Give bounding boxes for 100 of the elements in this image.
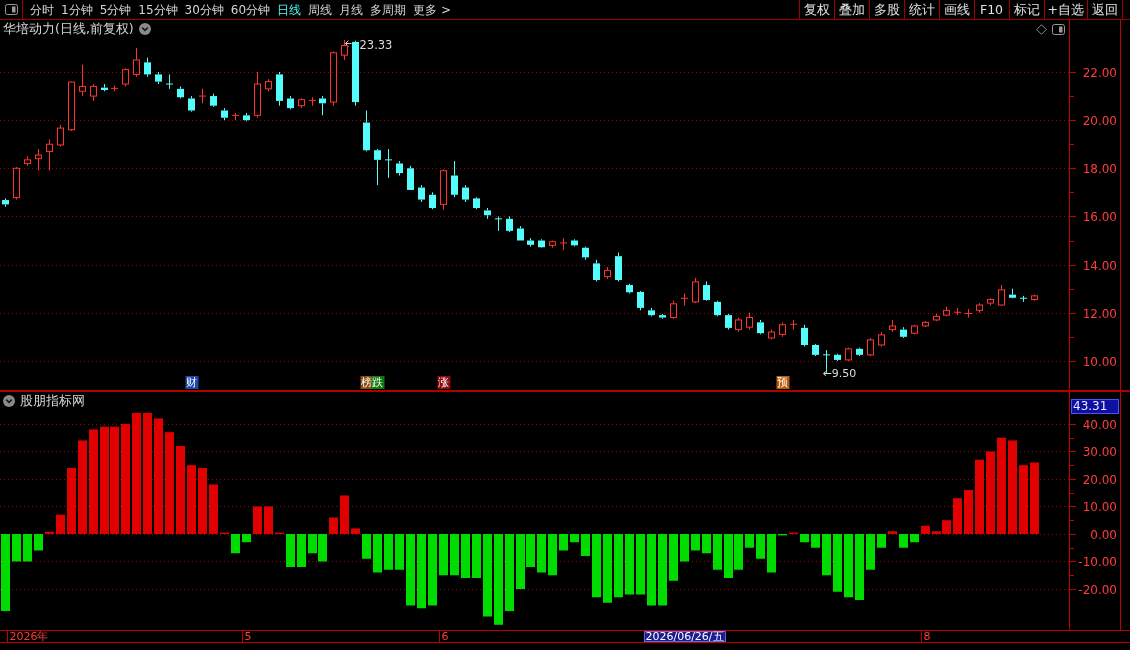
period-tab[interactable]: 分时 bbox=[27, 0, 57, 19]
indicator-bar bbox=[691, 534, 700, 551]
candle-body bbox=[330, 52, 337, 103]
date-axis-label: 6 bbox=[438, 631, 449, 642]
toolbar-button[interactable]: 叠加 bbox=[833, 0, 869, 19]
candle-body bbox=[429, 194, 436, 208]
event-tag[interactable]: 预 bbox=[776, 376, 789, 389]
panel-toggle-icon[interactable] bbox=[1052, 23, 1065, 35]
toolbar-button[interactable]: 多股 bbox=[868, 0, 904, 19]
candle-wick bbox=[563, 237, 564, 251]
candle-wick bbox=[344, 39, 345, 61]
candle-wick bbox=[585, 246, 586, 261]
indicator-bar bbox=[450, 534, 459, 576]
candle-body bbox=[692, 281, 699, 303]
period-tab[interactable]: 5分钟 bbox=[96, 0, 135, 19]
candle-body bbox=[517, 228, 524, 241]
candle-wick bbox=[520, 225, 521, 229]
indicator-bar bbox=[340, 495, 349, 534]
indicator-bar bbox=[866, 534, 875, 570]
candle-wick bbox=[662, 313, 663, 320]
candle-wick bbox=[82, 64, 83, 97]
candle-wick bbox=[979, 302, 980, 314]
candle-wick bbox=[1023, 295, 1024, 303]
candle-body bbox=[582, 247, 589, 258]
axis-tick-label: 20.00 bbox=[1082, 473, 1117, 487]
candle-wick bbox=[268, 78, 269, 92]
toolbar-button[interactable]: 画线 bbox=[938, 0, 974, 19]
event-tag[interactable]: 榜 bbox=[360, 376, 373, 389]
indicator-bar bbox=[877, 534, 886, 548]
candle-wick bbox=[749, 312, 750, 331]
candle-wick bbox=[235, 112, 236, 121]
candle-body bbox=[363, 122, 370, 151]
indicator-bar bbox=[56, 514, 65, 534]
toolbar-button[interactable]: 统计 bbox=[903, 0, 939, 19]
candle-body bbox=[998, 289, 1005, 306]
indicator-bar bbox=[395, 534, 404, 570]
toolbar-button[interactable]: F10 bbox=[973, 0, 1009, 19]
candle-wick bbox=[465, 184, 466, 203]
indicator-bar bbox=[537, 534, 546, 573]
indicator-bar bbox=[264, 506, 273, 534]
candle-wick bbox=[498, 215, 499, 232]
axis-tick-label: 40.00 bbox=[1082, 418, 1117, 432]
candle-wick bbox=[990, 297, 991, 306]
indicator-bar bbox=[581, 534, 590, 556]
indicator-bar bbox=[680, 534, 689, 562]
indicator-bar bbox=[1030, 462, 1039, 534]
indicator-bar bbox=[1019, 465, 1028, 534]
candle-body bbox=[757, 322, 764, 334]
diamond-icon[interactable] bbox=[1036, 23, 1047, 35]
indicator-bar bbox=[625, 534, 634, 595]
candle-wick bbox=[684, 292, 685, 306]
toolbar-button[interactable]: +自选 bbox=[1043, 0, 1087, 19]
indicator-bar bbox=[384, 534, 393, 570]
period-tab[interactable]: 月线 bbox=[336, 0, 367, 19]
period-tab[interactable]: 1分钟 bbox=[58, 0, 96, 19]
chevron-down-circle-icon[interactable] bbox=[138, 23, 151, 35]
date-axis-label: 8 bbox=[920, 631, 931, 642]
event-tag[interactable]: 跌 bbox=[371, 376, 384, 389]
indicator-bar bbox=[362, 534, 371, 559]
toolbar-button[interactable]: 标记 bbox=[1008, 0, 1044, 19]
indicator-bar bbox=[253, 506, 262, 534]
indicator-bar bbox=[428, 534, 437, 606]
indicator-bar bbox=[756, 534, 765, 559]
candle-wick bbox=[290, 95, 291, 110]
period-tab[interactable]: 日线 bbox=[274, 0, 305, 19]
axis-tick-label: 14.00 bbox=[1082, 259, 1117, 273]
more-menu-button[interactable]: 更多 > bbox=[410, 0, 454, 19]
indicator-bar bbox=[669, 534, 678, 581]
indicator-bar bbox=[12, 534, 21, 562]
period-tab[interactable]: 多周期 bbox=[367, 0, 410, 19]
indicator-bar bbox=[899, 534, 908, 548]
toolbar-button[interactable]: 返回 bbox=[1087, 0, 1122, 19]
candle-body bbox=[878, 334, 885, 346]
candle-wick bbox=[454, 160, 455, 198]
candle-wick bbox=[202, 88, 203, 104]
candle-wick bbox=[312, 96, 313, 107]
candle-wick bbox=[673, 300, 674, 320]
event-tag[interactable]: 涨 bbox=[437, 376, 450, 389]
indicator-bar bbox=[231, 534, 240, 554]
period-tab[interactable]: 周线 bbox=[305, 0, 336, 19]
indicator-bar bbox=[209, 484, 218, 534]
indicator-bar bbox=[548, 534, 557, 576]
period-tab[interactable]: 60分钟 bbox=[227, 0, 274, 19]
axis-tick-label: 10.00 bbox=[1082, 500, 1117, 514]
indicator-bar bbox=[308, 534, 317, 554]
candle-wick bbox=[651, 307, 652, 317]
panel-toggle-icon[interactable] bbox=[4, 4, 18, 15]
indicator-bar bbox=[822, 534, 831, 576]
candle-body bbox=[615, 256, 622, 280]
event-tag[interactable]: 财 bbox=[185, 376, 198, 389]
period-tab[interactable]: 30分钟 bbox=[181, 0, 227, 19]
chevron-down-circle-icon[interactable] bbox=[3, 395, 15, 407]
candle-wick bbox=[38, 148, 39, 172]
period-tab[interactable]: 15分钟 bbox=[135, 0, 181, 19]
candle-body bbox=[265, 81, 272, 90]
indicator-bar bbox=[570, 534, 579, 543]
toolbar-button[interactable]: 复权 bbox=[798, 0, 834, 19]
candle-wick bbox=[93, 83, 94, 102]
candle-wick bbox=[738, 317, 739, 333]
candle-body bbox=[451, 175, 458, 195]
